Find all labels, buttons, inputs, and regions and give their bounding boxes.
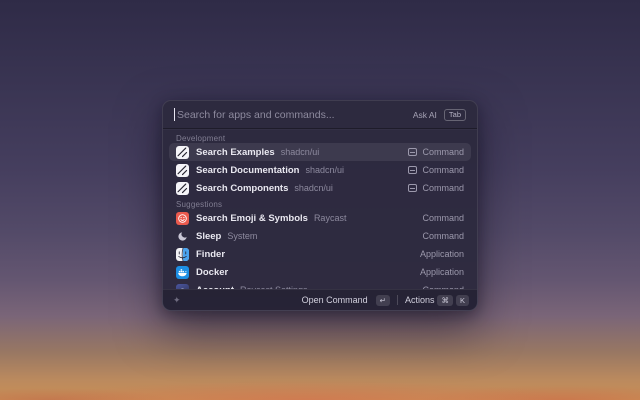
ask-ai-label[interactable]: Ask AI <box>413 110 437 120</box>
item-title: Search Components <box>196 183 288 194</box>
search-bar: Ask AI Tab <box>163 101 477 129</box>
item-type-label: Command <box>422 183 464 193</box>
desktop-background: Ask AI Tab Development Search Examples sh… <box>0 0 640 400</box>
item-type-label: Command <box>422 231 464 241</box>
item-title: Search Emoji & Symbols <box>196 213 308 224</box>
command-window-icon <box>408 184 417 192</box>
cmd-key-badge: ⌘ <box>437 295 453 306</box>
list-item[interactable]: Docker Application <box>169 263 471 281</box>
command-window-icon <box>408 166 417 174</box>
footer-bar: ✦ Open Command ↵ Actions ⌘ K <box>163 289 477 310</box>
item-subtitle: Raycast <box>314 213 347 223</box>
item-title: Finder <box>196 249 225 260</box>
item-title: Search Examples <box>196 147 275 158</box>
docker-whale-icon <box>176 266 189 279</box>
k-key-badge: K <box>456 295 469 306</box>
list-item[interactable]: Search Examples shadcn/ui Command <box>169 143 471 161</box>
actions-button[interactable]: Actions <box>405 295 435 305</box>
list-item[interactable]: Finder Application <box>169 245 471 263</box>
item-subtitle: shadcn/ui <box>305 165 344 175</box>
shadcn-icon <box>176 164 189 177</box>
footer-divider <box>397 295 398 305</box>
item-subtitle: shadcn/ui <box>294 183 333 193</box>
item-title: Docker <box>196 267 228 278</box>
item-title: Search Documentation <box>196 165 299 176</box>
item-type-label: Command <box>422 213 464 223</box>
item-type-label: Application <box>420 267 464 277</box>
emoji-smiley-icon <box>176 212 189 225</box>
shadcn-icon <box>176 182 189 195</box>
results-list: Development Search Examples shadcn/ui Comm… <box>163 129 477 289</box>
list-item[interactable]: AccountRaycast SettingsCommand <box>169 281 471 289</box>
search-input[interactable] <box>177 109 413 121</box>
item-subtitle: System <box>227 231 257 241</box>
item-type-label: Command <box>422 165 464 175</box>
finder-icon <box>176 248 189 261</box>
text-caret <box>174 108 175 121</box>
section-header: Development <box>169 131 471 143</box>
command-palette-window: Ask AI Tab Development Search Examples sh… <box>162 100 478 311</box>
item-type-label: Command <box>422 147 464 157</box>
moon-sleep-icon <box>176 230 189 243</box>
raycast-logo-icon: ✦ <box>173 295 181 306</box>
list-item[interactable]: Search Components shadcn/ui Command <box>169 179 471 197</box>
item-subtitle: shadcn/ui <box>281 147 320 157</box>
list-item[interactable]: Sleep System Command <box>169 227 471 245</box>
list-item[interactable]: Search Emoji & Symbols Raycast Command <box>169 209 471 227</box>
item-title: Sleep <box>196 231 221 242</box>
section-header: Suggestions <box>169 197 471 209</box>
list-item[interactable]: Search Documentation shadcn/ui Command <box>169 161 471 179</box>
command-window-icon <box>408 148 417 156</box>
tab-key-badge: Tab <box>444 109 466 121</box>
item-type-label: Application <box>420 249 464 259</box>
shadcn-icon <box>176 146 189 159</box>
open-command-button[interactable]: Open Command <box>302 295 368 305</box>
enter-key-badge: ↵ <box>376 295 390 306</box>
